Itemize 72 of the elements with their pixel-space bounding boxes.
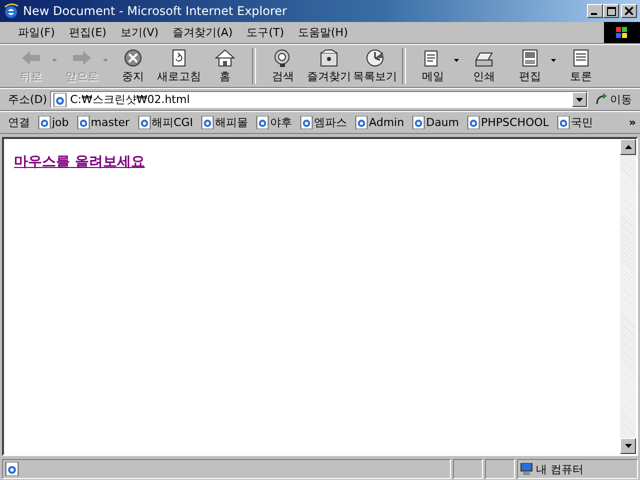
toolbar-button[interactable]: 인쇄 xyxy=(461,45,507,84)
link-button[interactable]: PHPSCHOOL xyxy=(465,116,551,129)
text-link[interactable]: 마우스를 올려보세요 xyxy=(14,154,145,170)
page-icon xyxy=(355,116,368,129)
link-button[interactable]: 엠파스 xyxy=(298,115,350,130)
menu-item[interactable]: 파일(F) xyxy=(12,24,61,41)
window-title: New Document - Microsoft Internet Explorer xyxy=(23,4,288,18)
page-icon xyxy=(201,116,214,129)
menu-item[interactable]: 보기(V) xyxy=(114,24,165,41)
minimize-button[interactable] xyxy=(587,4,603,18)
status-panel xyxy=(453,459,483,479)
link-button[interactable]: Admin xyxy=(353,116,406,129)
page-icon xyxy=(76,116,90,129)
go-button[interactable]: 이동 xyxy=(591,92,636,107)
dropdown-button[interactable] xyxy=(572,92,587,107)
page-icon xyxy=(300,116,314,129)
go-arrow-icon xyxy=(595,93,608,106)
dropdown-arrow-icon[interactable] xyxy=(454,59,459,62)
browser-logo-icon xyxy=(3,3,19,19)
computer-icon xyxy=(520,463,533,475)
toolbar-button[interactable]: 검색 xyxy=(260,45,306,84)
address-field[interactable]: C:₩스크린샷₩02.html xyxy=(50,91,588,108)
page-icon xyxy=(556,116,570,129)
left-arrow-icon xyxy=(20,48,42,68)
link-button[interactable]: Daum xyxy=(410,116,461,129)
scroll-up-button[interactable] xyxy=(620,139,636,155)
zone-text: 내 컴퓨터 xyxy=(536,462,584,476)
toolbar-button[interactable]: 목록보기 xyxy=(352,45,398,84)
toolbar-button[interactable]: 편집 xyxy=(507,45,553,84)
right-arrow-icon xyxy=(71,48,93,68)
close-button[interactable] xyxy=(621,4,637,18)
menu-item[interactable]: 도구(T) xyxy=(240,24,290,41)
scrollbar[interactable] xyxy=(620,139,636,454)
link-button[interactable]: 해피CGI xyxy=(136,115,196,130)
more-links-button[interactable]: » xyxy=(628,116,636,129)
menu-item[interactable]: 도움말(H) xyxy=(292,24,354,41)
maximize-button[interactable] xyxy=(603,4,619,18)
link-button[interactable]: 국민 xyxy=(554,115,595,130)
link-button[interactable]: job xyxy=(36,116,71,129)
toolbar-button[interactable]: 즐겨찾기 xyxy=(306,45,352,84)
menu-item[interactable]: 편집(E) xyxy=(62,24,112,41)
page-icon xyxy=(53,92,68,106)
toolbar-button[interactable]: 메일 xyxy=(410,45,456,84)
dropdown-arrow-icon[interactable] xyxy=(551,59,556,62)
page-icon xyxy=(467,116,480,129)
folder-icon xyxy=(318,48,340,68)
down-arrow-icon xyxy=(624,444,632,448)
scroll-down-button[interactable] xyxy=(620,438,636,454)
link-button[interactable]: 해피몰 xyxy=(199,115,250,130)
status-panel xyxy=(485,459,515,479)
close-icon xyxy=(625,7,633,15)
address-label: 주소(D) xyxy=(8,92,48,107)
page-icon xyxy=(138,116,151,129)
links-label: 연결 xyxy=(8,115,30,130)
toolbar-button[interactable]: 중지 xyxy=(110,45,156,84)
page-icon xyxy=(256,116,270,129)
toolbar-button[interactable]: 새로고침 xyxy=(156,45,202,84)
page-icon xyxy=(412,116,426,129)
page-icon xyxy=(5,462,19,476)
home-icon xyxy=(214,48,236,68)
menu-item[interactable]: 즐겨찾기(A) xyxy=(166,24,239,41)
clock-icon xyxy=(364,48,386,68)
stop-icon xyxy=(122,48,144,68)
windows-logo-icon xyxy=(604,22,640,43)
caret-icon xyxy=(576,98,583,102)
toolbar-button[interactable]: 토론 xyxy=(558,45,604,84)
link-button[interactable]: master xyxy=(74,116,132,129)
link-button[interactable]: 야후 xyxy=(254,115,294,130)
maximize-icon xyxy=(606,6,616,16)
toolbar-button[interactable]: 홈 xyxy=(202,45,248,84)
up-arrow-icon xyxy=(624,145,632,149)
page-icon xyxy=(38,116,51,129)
